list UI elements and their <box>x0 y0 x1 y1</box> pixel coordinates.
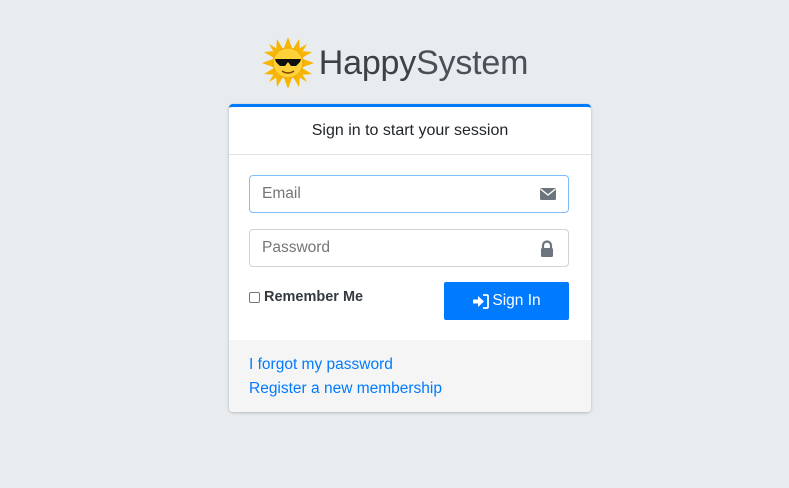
envelope-icon <box>540 188 556 200</box>
remember-me-checkbox[interactable] <box>249 291 260 303</box>
lock-icon <box>541 240 553 257</box>
brand-name: HappySystem <box>318 43 529 82</box>
logo: HappySystem <box>0 36 789 90</box>
password-input[interactable] <box>262 230 522 266</box>
login-message: Sign in to start your session <box>311 121 509 139</box>
password-field[interactable] <box>249 229 569 267</box>
login-card-header: Sign in to start your session <box>229 107 591 155</box>
login-card: Sign in to start your session Remember M… <box>229 104 591 412</box>
sign-in-button[interactable]: Sign In <box>444 282 569 320</box>
register-link[interactable]: Register a new membership <box>249 380 442 398</box>
sign-in-icon <box>473 293 490 309</box>
forgot-password-link[interactable]: I forgot my password <box>249 356 393 374</box>
email-input[interactable] <box>262 176 522 212</box>
sign-in-label: Sign In <box>492 292 541 309</box>
login-card-footer: I forgot my password Register a new memb… <box>229 340 591 412</box>
remember-me[interactable]: Remember Me <box>249 289 363 305</box>
sun-with-sunglasses-icon <box>261 37 314 89</box>
email-field[interactable] <box>249 175 569 213</box>
remember-me-label: Remember Me <box>264 289 364 305</box>
